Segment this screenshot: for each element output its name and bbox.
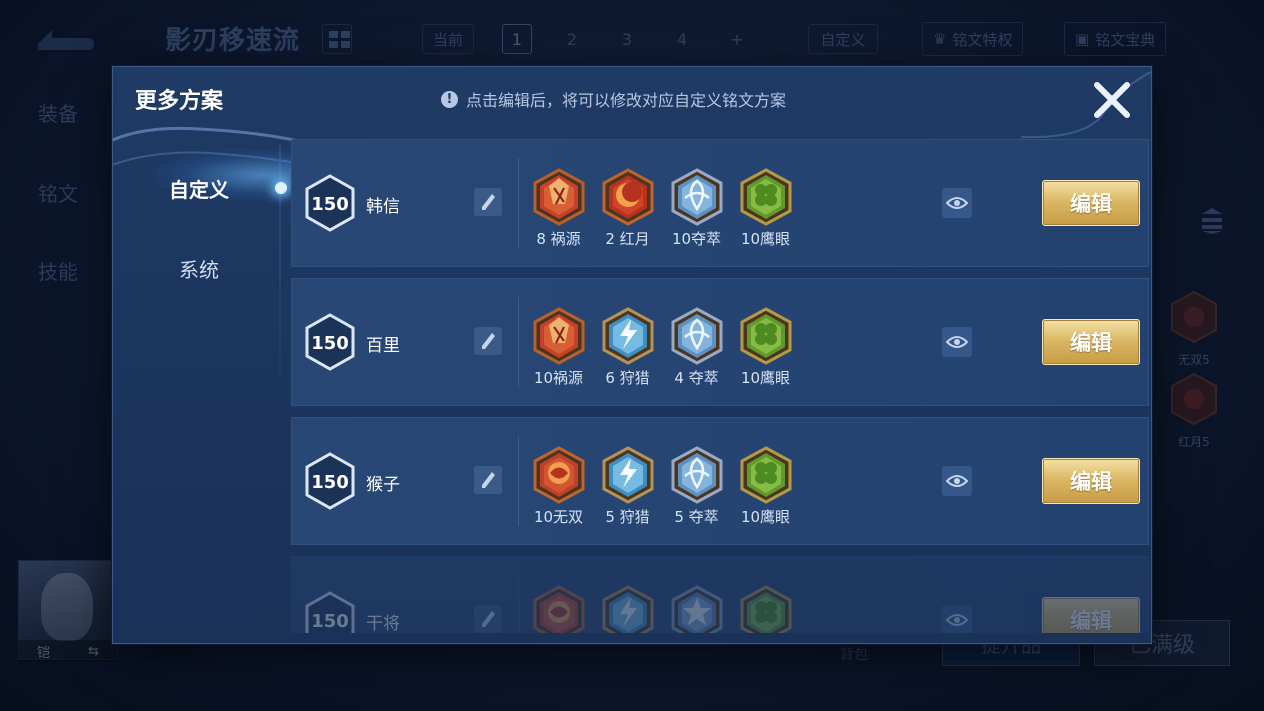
level-badge-icon: 150 (305, 313, 355, 371)
plan-row-4: 150 干将 编辑 (291, 556, 1149, 633)
red-rose-rune-icon (524, 446, 593, 504)
green-clover-rune-icon (731, 168, 800, 226)
red-rose-rune-icon (524, 585, 593, 633)
plan-row-1: 150 韩信 8 祸源 2 红月 10夺萃 10鹰眼 编辑 (291, 139, 1149, 267)
rune-label: 5 夺萃 (674, 508, 719, 526)
rune-label: 10鹰眼 (740, 230, 791, 248)
edit-button[interactable]: 编辑 (1042, 597, 1140, 633)
rune-slot[interactable]: 10鹰眼 (731, 307, 800, 388)
rune-label: 10祸源 (533, 369, 584, 387)
green-clover-rune-icon (731, 307, 800, 365)
red-shard-rune-icon (524, 307, 593, 365)
rune-slot[interactable]: 5 狩猎 (593, 446, 662, 527)
rename-button[interactable] (474, 327, 502, 355)
rune-slot[interactable]: 2 红月 (593, 168, 662, 249)
edit-button[interactable]: 编辑 (1042, 319, 1140, 365)
svg-text:150: 150 (311, 472, 349, 493)
hero-name: 干将 (366, 614, 400, 633)
preview-button[interactable] (942, 188, 972, 218)
rune-slot[interactable]: 4 夺萃 (662, 307, 731, 388)
rune-set: 10祸源 6 狩猎 4 夺萃 10鹰眼 (524, 307, 800, 388)
preview-button[interactable] (942, 466, 972, 496)
blue-knot-rune-icon (662, 446, 731, 504)
eye-icon (946, 336, 968, 348)
red-moon-rune-icon (593, 168, 662, 226)
rune-slot[interactable] (731, 585, 800, 633)
blue-bolt-rune-icon (593, 307, 662, 365)
rune-slot[interactable]: 5 夺萃 (662, 446, 731, 527)
pencil-icon (482, 194, 495, 210)
rune-slot[interactable] (593, 585, 662, 633)
level-badge-icon: 150 (305, 174, 355, 232)
plan-row-2: 150 百里 10祸源 6 狩猎 4 夺萃 10鹰眼 编辑 (291, 278, 1149, 406)
rune-slot[interactable]: 10无双 (524, 446, 593, 527)
eye-icon (946, 614, 968, 626)
svg-text:150: 150 (311, 194, 349, 215)
rune-slot[interactable]: 10祸源 (524, 307, 593, 388)
plan-category-tabs (113, 139, 285, 643)
rune-label: 4 夺萃 (674, 369, 719, 387)
hint-text: ! 点击编辑后，将可以修改对应自定义铭文方案 (441, 87, 786, 111)
blue-bolt-rune-icon (593, 585, 662, 633)
green-clover-rune-icon (731, 446, 800, 504)
rename-button[interactable] (474, 466, 502, 494)
rune-slot[interactable]: 10鹰眼 (731, 446, 800, 527)
rune-label: 10鹰眼 (740, 508, 791, 526)
pencil-icon (482, 472, 495, 488)
rune-slot[interactable]: 6 狩猎 (593, 307, 662, 388)
eye-icon (946, 197, 968, 209)
preview-button[interactable] (942, 605, 972, 633)
rune-label: 10夺萃 (671, 230, 722, 248)
hero-name: 百里 (366, 336, 400, 356)
rune-label: 8 祸源 (536, 230, 581, 248)
rune-label: 6 狩猎 (605, 369, 650, 387)
hero-name: 韩信 (366, 197, 400, 217)
plan-row-3: 150 猴子 10无双 5 狩猎 5 夺萃 10鹰眼 编辑 (291, 417, 1149, 545)
green-clover-rune-icon (731, 585, 800, 633)
rename-button[interactable] (474, 188, 502, 216)
rune-set: 8 祸源 2 红月 10夺萃 10鹰眼 (524, 168, 800, 249)
rune-slot[interactable]: 10鹰眼 (731, 168, 800, 249)
level-badge-icon: 150 (305, 591, 355, 633)
rune-set: 10无双 5 狩猎 5 夺萃 10鹰眼 (524, 446, 800, 527)
rune-slot[interactable]: 10夺萃 (662, 168, 731, 249)
info-icon: ! (441, 90, 458, 108)
tab-system[interactable]: 系统 (113, 243, 285, 293)
level-badge-icon: 150 (305, 452, 355, 510)
rune-slot[interactable]: 8 祸源 (524, 168, 593, 249)
pencil-icon (482, 333, 495, 349)
rune-slot[interactable] (524, 585, 593, 633)
svg-text:150: 150 (311, 611, 349, 632)
close-icon[interactable] (1091, 79, 1133, 121)
active-tab-indicator (275, 182, 287, 194)
blue-knot-rune-icon (662, 307, 731, 365)
rune-label: 10无双 (533, 508, 584, 526)
edit-button[interactable]: 编辑 (1042, 458, 1140, 504)
rename-button[interactable] (474, 605, 502, 633)
blue-star-rune-icon (662, 585, 731, 633)
dialog-title: 更多方案 (135, 89, 224, 114)
tab-custom[interactable]: 自定义 (113, 163, 285, 213)
eye-icon (946, 475, 968, 487)
red-shard-rune-icon (524, 168, 593, 226)
rune-label: 5 狩猎 (605, 508, 650, 526)
rune-set (524, 585, 800, 633)
rune-label: 10鹰眼 (740, 369, 791, 387)
preview-button[interactable] (942, 327, 972, 357)
more-plans-dialog: 更多方案 ! 点击编辑后，将可以修改对应自定义铭文方案 自定义 系统 150 韩… (112, 66, 1152, 644)
pencil-icon (482, 611, 495, 627)
plan-list[interactable]: 150 韩信 8 祸源 2 红月 10夺萃 10鹰眼 编辑 150 百里 10祸源 6 … (291, 139, 1149, 633)
blue-bolt-rune-icon (593, 446, 662, 504)
rune-label: 2 红月 (605, 230, 650, 248)
rune-slot[interactable] (662, 585, 731, 633)
edit-button[interactable]: 编辑 (1042, 180, 1140, 226)
svg-text:150: 150 (311, 333, 349, 354)
hero-name: 猴子 (366, 475, 400, 495)
blue-knot-rune-icon (662, 168, 731, 226)
